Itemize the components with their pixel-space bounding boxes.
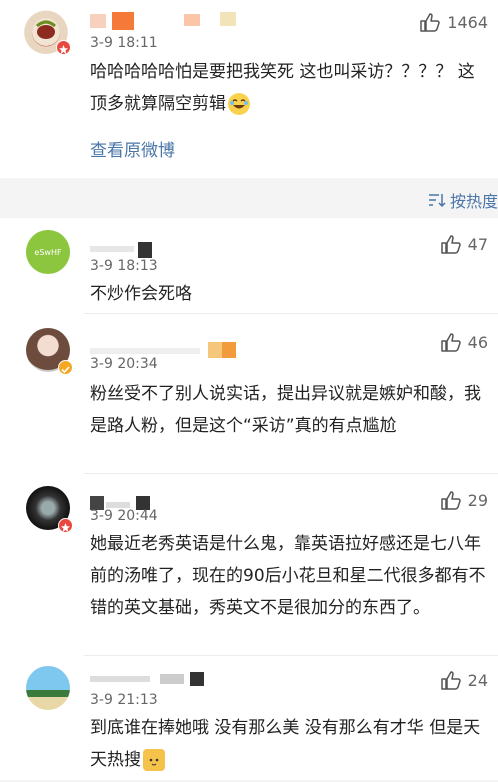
username-redacted[interactable] xyxy=(90,670,230,686)
list-item: 3-9 20:34 46 粉丝受不了别人说实话，提出异议就是嫉妒和酸，我是路人粉… xyxy=(0,314,498,474)
like-count: 47 xyxy=(467,234,488,254)
comment-text: 哈哈哈哈哈怕是要把我笑死 这也叫采访？？？？ 这顶多就算隔空剪辑 xyxy=(90,62,475,115)
like-count: 46 xyxy=(467,332,488,352)
comment-time: 3-9 18:13 xyxy=(90,258,158,274)
verified-badge-icon xyxy=(56,40,71,55)
comment-text: 她最近老秀英语是什么鬼，靠英语拉好感还是七八年前的汤唯了，现在的90后小花旦和星… xyxy=(90,534,486,618)
username-redacted[interactable] xyxy=(90,342,250,358)
thumbs-up-icon xyxy=(440,491,461,510)
like-button[interactable]: 24 xyxy=(440,670,488,690)
sort-label: 按热度 xyxy=(449,192,498,211)
reply-avatar[interactable] xyxy=(26,666,70,710)
comment-text: 不炒作会死咯 xyxy=(90,284,192,304)
sort-bar: 按热度 xyxy=(0,180,498,218)
like-button[interactable]: 46 xyxy=(440,332,488,352)
sort-by-hot-button[interactable]: 按热度 xyxy=(428,188,498,212)
thumbs-up-icon xyxy=(440,235,461,254)
list-item: eSwHF 3-9 18:13 47 不炒作会死咯 xyxy=(0,218,498,314)
like-button[interactable]: 1464 xyxy=(419,12,488,32)
username-redacted[interactable] xyxy=(90,12,250,30)
reply-avatar[interactable]: eSwHF xyxy=(26,230,70,274)
avatar-logo-text: eSwHF xyxy=(34,247,62,257)
main-comment: 3-9 18:11 1464 哈哈哈哈哈怕是要把我笑死 这也叫采访？？？？ 这顶… xyxy=(0,0,498,178)
verified-badge-icon xyxy=(58,360,73,375)
like-button[interactable]: 29 xyxy=(440,490,488,510)
like-count: 24 xyxy=(467,670,488,690)
thumbs-up-icon xyxy=(440,671,461,690)
like-count: 29 xyxy=(467,490,488,510)
comment-text: 粉丝受不了别人说实话，提出异议就是嫉妒和酸，我是路人粉，但是这个“采访”真的有点… xyxy=(90,384,481,436)
username-redacted[interactable] xyxy=(90,242,170,258)
verified-badge-icon xyxy=(58,518,73,533)
like-count: 1464 xyxy=(447,12,488,32)
thumbs-up-icon xyxy=(440,333,461,352)
like-button[interactable]: 47 xyxy=(440,234,488,254)
list-item: 3-9 20:44 29 她最近老秀英语是什么鬼，靠英语拉好感还是七八年前的汤唯… xyxy=(0,474,498,656)
thumbs-up-icon xyxy=(420,13,441,32)
username-redacted[interactable] xyxy=(90,494,170,510)
comment-time: 3-9 21:13 xyxy=(90,692,158,708)
comment-text: 到底谁在捧她哦 没有那么美 没有那么有才华 但是天天热搜 xyxy=(90,718,481,771)
sort-icon xyxy=(428,194,446,208)
cat-emoji-icon xyxy=(143,749,165,771)
view-original-post-link[interactable]: 查看原微博 xyxy=(90,136,175,161)
laughing-emoji-icon xyxy=(228,93,250,115)
comment-time: 3-9 20:34 xyxy=(90,356,158,372)
comment-time: 3-9 20:44 xyxy=(90,508,158,524)
list-item: 3-9 21:13 24 到底谁在捧她哦 没有那么美 没有那么有才华 但是天天热… xyxy=(0,656,498,780)
comment-time: 3-9 18:11 xyxy=(90,35,158,51)
